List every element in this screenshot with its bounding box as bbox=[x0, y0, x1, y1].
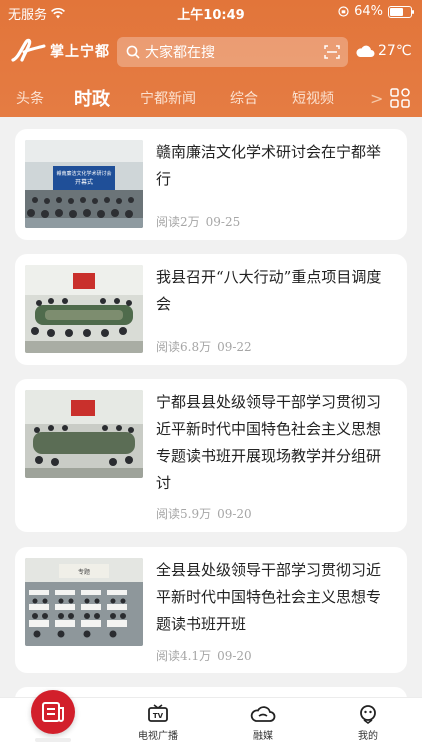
banner-line-1: 赣南廉洁文化学术研讨会 bbox=[56, 170, 111, 177]
article-thumbnail bbox=[25, 390, 143, 478]
read-count: 阅读6.8万 bbox=[156, 340, 212, 354]
nav-tv-radio[interactable]: TV 电视广播 bbox=[123, 704, 193, 742]
nav-tv-label: 电视广播 bbox=[138, 731, 178, 742]
group-discussion-photo bbox=[25, 390, 143, 478]
header-toolbar: 掌上宁都 大家都在搜 27℃ bbox=[0, 34, 422, 70]
read-count: 阅读2万 bbox=[156, 215, 200, 229]
conference-photo: 赣南廉洁文化学术研讨会 开幕式 bbox=[25, 140, 143, 228]
article-meta: 阅读2万 09-25 bbox=[156, 213, 240, 230]
banner-line-1: 专题 bbox=[78, 568, 90, 576]
read-count: 阅读5.9万 bbox=[156, 507, 212, 521]
app-name: 掌上宁都 bbox=[50, 44, 110, 60]
article-title: 宁都县县处级领导干部学习贯彻习近平新时代中国特色社会主义思想专题读书班开展现场教… bbox=[156, 393, 382, 492]
tab-short-video[interactable]: 短视频 bbox=[292, 88, 334, 108]
battery-icon bbox=[388, 5, 414, 18]
header: 无服务 上午10:49 64% 掌上宁都 大家都在搜 27℃ 头条 时政 宁都新… bbox=[0, 0, 422, 117]
read-count: 阅读4.1万 bbox=[156, 649, 212, 663]
weather-widget[interactable]: 27℃ bbox=[355, 43, 412, 59]
status-bar: 无服务 上午10:49 64% bbox=[0, 0, 422, 23]
search-icon bbox=[126, 45, 140, 59]
home-indicator bbox=[35, 738, 71, 742]
tab-general[interactable]: 综合 bbox=[230, 88, 258, 108]
article-card[interactable]: 我县召开“八大行动”重点项目调度会 阅读6.8万 09-22 bbox=[15, 254, 407, 365]
article-thumbnail: 专题 bbox=[25, 558, 143, 646]
status-right: 64% bbox=[338, 4, 414, 19]
article-card[interactable]: 赣南廉洁文化学术研讨会 开幕式 赣南廉洁文化学术研讨会在宁都举行 阅读2万 09-… bbox=[15, 129, 407, 240]
tv-icon: TV bbox=[148, 704, 168, 722]
article-card[interactable]: 宁都县县处级领导干部学习贯彻习近平新时代中国特色社会主义思想专题读书班开展现场教… bbox=[15, 379, 407, 532]
article-title: 全县县处级领导干部学习贯彻习近平新时代中国特色社会主义思想专题读书班开班 bbox=[156, 561, 382, 633]
nav-media[interactable]: 融媒 bbox=[228, 704, 298, 742]
bottom-nav: TV 电视广播 融媒 我的 bbox=[0, 690, 422, 750]
cloud-icon bbox=[250, 706, 276, 722]
app-root: 无服务 上午10:49 64% 掌上宁都 大家都在搜 27℃ 头条 时政 宁都新… bbox=[0, 0, 422, 750]
meeting-room-photo bbox=[25, 265, 143, 353]
article-thumbnail bbox=[25, 265, 143, 353]
tab-ningdu-news[interactable]: 宁都新闻 bbox=[140, 88, 196, 108]
article-card[interactable]: 专题 全县县处级领导干部学习贯彻习近平新时代中国特色社会主义思想专题读书班开班 bbox=[15, 547, 407, 673]
article-thumbnail: 赣南廉洁文化学术研讨会 开幕式 bbox=[25, 140, 143, 228]
cloud-icon bbox=[356, 45, 375, 57]
banner-line-2: 开幕式 bbox=[75, 178, 93, 186]
article-meta: 阅读4.1万 09-20 bbox=[156, 647, 252, 664]
publish-date: 09-22 bbox=[217, 340, 252, 354]
publish-date: 09-25 bbox=[205, 215, 241, 229]
nav-me[interactable]: 我的 bbox=[333, 704, 403, 742]
nav-media-label: 融媒 bbox=[253, 731, 273, 742]
tab-headline[interactable]: 头条 bbox=[16, 88, 44, 108]
search-placeholder: 大家都在搜 bbox=[145, 45, 215, 61]
logo-icon bbox=[11, 38, 46, 62]
publish-date: 09-20 bbox=[217, 649, 252, 663]
article-meta: 阅读6.8万 09-22 bbox=[156, 338, 252, 355]
home-button[interactable] bbox=[31, 690, 75, 734]
channel-grid-icon[interactable] bbox=[390, 88, 410, 108]
article-title: 赣南廉洁文化学术研讨会在宁都举行 bbox=[156, 143, 382, 188]
channel-tabs: 头条 时政 宁都新闻 综合 短视频 > bbox=[0, 82, 422, 114]
article-meta: 阅读5.9万 09-20 bbox=[156, 505, 252, 522]
news-icon bbox=[42, 702, 64, 722]
user-icon bbox=[360, 705, 376, 724]
orientation-lock-icon bbox=[338, 6, 349, 17]
app-logo[interactable]: 掌上宁都 bbox=[10, 38, 110, 64]
battery-percent: 64% bbox=[354, 4, 383, 19]
tabs-scroll-chevron-icon[interactable]: > bbox=[370, 89, 383, 108]
scan-icon[interactable] bbox=[324, 44, 340, 60]
temperature: 27℃ bbox=[378, 43, 412, 59]
search-bar[interactable]: 大家都在搜 bbox=[117, 37, 348, 67]
svg-text:TV: TV bbox=[153, 712, 164, 720]
publish-date: 09-20 bbox=[217, 507, 252, 521]
nav-me-label: 我的 bbox=[358, 731, 378, 742]
tab-politics[interactable]: 时政 bbox=[74, 85, 110, 111]
article-title: 我县召开“八大行动”重点项目调度会 bbox=[156, 268, 382, 313]
lecture-hall-photo: 专题 bbox=[25, 558, 143, 646]
